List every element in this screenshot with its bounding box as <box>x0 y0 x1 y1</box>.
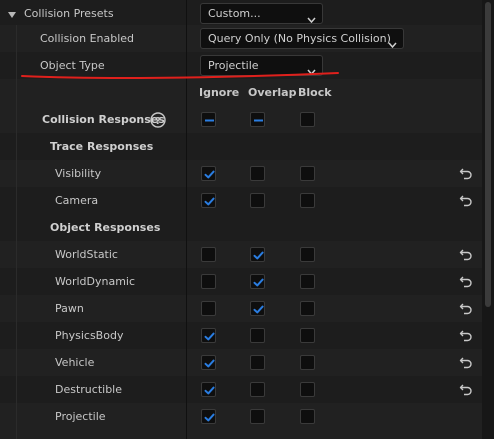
all-overlap-checkbox[interactable] <box>250 112 265 127</box>
reset-to-default-icon[interactable] <box>459 248 473 261</box>
response-row-label: Camera <box>55 194 99 207</box>
block-checkbox[interactable] <box>300 193 315 208</box>
ignore-column-header: Ignore <box>199 86 240 99</box>
reset-to-default-icon[interactable] <box>459 275 473 288</box>
overlap-checkbox[interactable] <box>250 193 265 208</box>
response-row-label: WorldStatic <box>55 248 118 261</box>
trace-responses-header: Trace Responses <box>50 140 154 153</box>
overlap-checkbox[interactable] <box>250 247 265 262</box>
response-row-label: Projectile <box>55 410 106 423</box>
overlap-checkbox[interactable] <box>250 328 265 343</box>
block-checkbox[interactable] <box>300 382 315 397</box>
ignore-checkbox[interactable] <box>201 382 216 397</box>
response-row: Pawn <box>0 295 482 322</box>
object-responses-header-row: Object Responses <box>0 214 482 241</box>
block-checkbox[interactable] <box>300 328 315 343</box>
bottom-filler-row <box>0 430 482 439</box>
reset-to-default-icon[interactable] <box>459 383 473 396</box>
response-row: PhysicsBody <box>0 322 482 349</box>
overlap-checkbox[interactable] <box>250 409 265 424</box>
chevron-down-icon <box>307 10 316 24</box>
collision-panel: Collision Presets Custom... Collision En… <box>0 0 494 439</box>
collision-presets-row: Collision Presets Custom... <box>0 0 482 27</box>
block-checkbox[interactable] <box>300 301 315 316</box>
all-block-checkbox[interactable] <box>300 112 315 127</box>
response-row-label: Vehicle <box>55 356 95 369</box>
collision-responses-row: Collision Responses ? <box>0 106 482 133</box>
collapse-arrow-icon[interactable] <box>7 9 17 19</box>
block-checkbox[interactable] <box>300 409 315 424</box>
reset-to-default-icon[interactable] <box>459 356 473 369</box>
overlap-checkbox[interactable] <box>250 274 265 289</box>
block-checkbox[interactable] <box>300 355 315 370</box>
response-row-label: Pawn <box>55 302 84 315</box>
reset-to-default-icon[interactable] <box>459 302 473 315</box>
collision-enabled-row: Collision Enabled Query Only (No Physics… <box>0 25 482 52</box>
chevron-down-icon <box>388 35 397 49</box>
ignore-checkbox[interactable] <box>201 166 216 181</box>
scrollbar-thumb[interactable] <box>485 2 491 307</box>
collision-presets-dropdown[interactable]: Custom... <box>200 3 323 24</box>
collision-enabled-value: Query Only (No Physics Collision) <box>208 32 391 45</box>
overlap-checkbox[interactable] <box>250 355 265 370</box>
collision-presets-value: Custom... <box>208 7 261 20</box>
svg-text:?: ? <box>155 116 161 127</box>
response-row: Camera <box>0 187 482 214</box>
reset-to-default-icon[interactable] <box>459 194 473 207</box>
chevron-down-icon <box>307 62 316 76</box>
response-row: Visibility <box>0 160 482 187</box>
response-row: Destructible <box>0 376 482 403</box>
collision-responses-label: Collision Responses <box>42 113 165 126</box>
response-row: WorldStatic <box>0 241 482 268</box>
ignore-checkbox[interactable] <box>201 301 216 316</box>
ignore-checkbox[interactable] <box>201 409 216 424</box>
response-row-label: PhysicsBody <box>55 329 124 342</box>
overlap-checkbox[interactable] <box>250 166 265 181</box>
object-type-row: Object Type Projectile <box>0 52 482 79</box>
collision-enabled-label: Collision Enabled <box>40 32 135 45</box>
column-header-row: Ignore Overlap Block <box>0 79 482 106</box>
response-row-label: Visibility <box>55 167 102 180</box>
ignore-checkbox[interactable] <box>201 274 216 289</box>
ignore-checkbox[interactable] <box>201 328 216 343</box>
response-row-label: Destructible <box>55 383 122 396</box>
ignore-checkbox[interactable] <box>201 247 216 262</box>
ignore-checkbox[interactable] <box>201 193 216 208</box>
response-row: WorldDynamic <box>0 268 482 295</box>
question-circle-icon[interactable]: ? <box>150 112 166 128</box>
block-checkbox[interactable] <box>300 166 315 181</box>
collision-enabled-dropdown[interactable]: Query Only (No Physics Collision) <box>200 28 404 49</box>
reset-to-default-icon[interactable] <box>459 329 473 342</box>
overlap-column-header: Overlap <box>248 86 297 99</box>
object-responses-header: Object Responses <box>50 221 161 234</box>
all-ignore-checkbox[interactable] <box>201 112 216 127</box>
response-row: Vehicle <box>0 349 482 376</box>
ignore-checkbox[interactable] <box>201 355 216 370</box>
block-checkbox[interactable] <box>300 274 315 289</box>
collision-presets-label: Collision Presets <box>24 7 114 20</box>
response-row: Projectile <box>0 403 482 430</box>
object-type-label: Object Type <box>40 59 105 72</box>
block-column-header: Block <box>298 86 332 99</box>
reset-to-default-icon[interactable] <box>459 167 473 180</box>
trace-responses-header-row: Trace Responses <box>0 133 482 160</box>
overlap-checkbox[interactable] <box>250 382 265 397</box>
block-checkbox[interactable] <box>300 247 315 262</box>
object-type-dropdown[interactable]: Projectile <box>200 55 323 76</box>
object-type-value: Projectile <box>208 59 259 72</box>
response-row-label: WorldDynamic <box>55 275 136 288</box>
overlap-checkbox[interactable] <box>250 301 265 316</box>
